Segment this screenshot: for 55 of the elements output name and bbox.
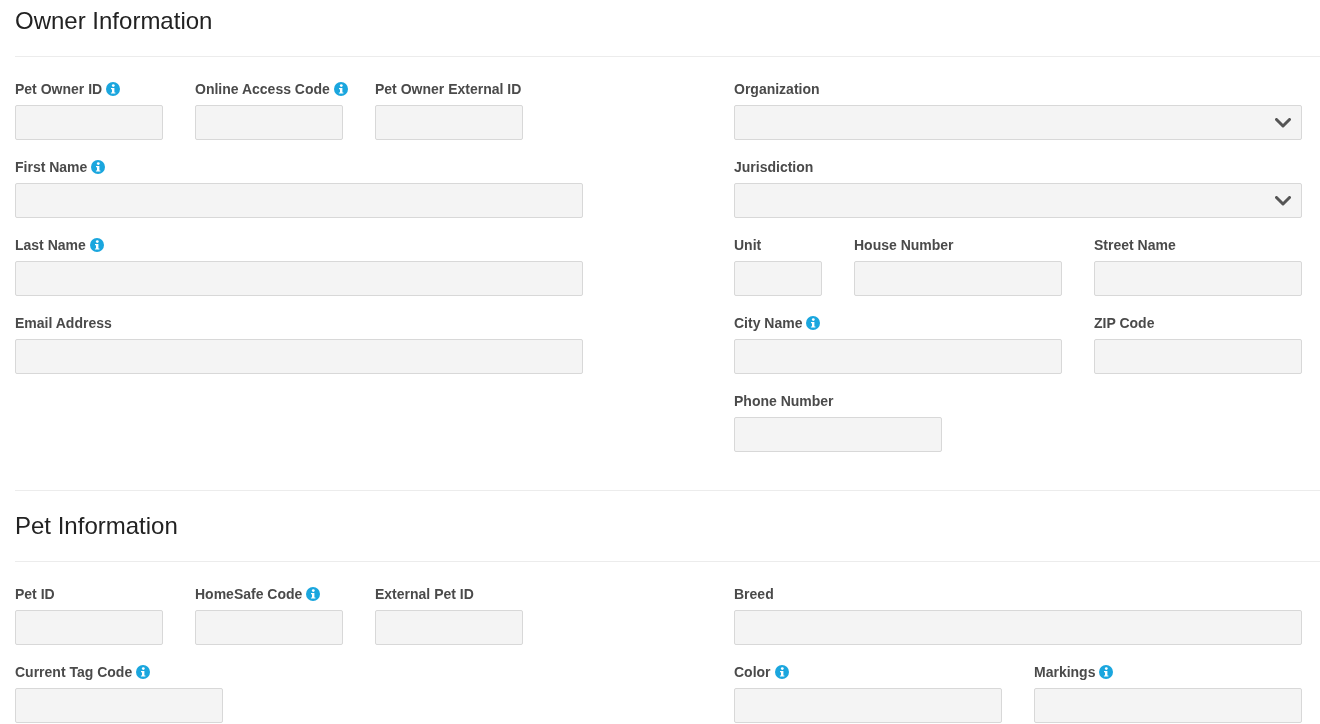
field-label: HomeSafe Code [195,586,303,602]
input-field[interactable] [195,610,343,645]
chevron-down-icon [1275,117,1291,128]
field-label: Phone Number [734,393,834,409]
input-field[interactable] [1094,261,1302,296]
field-label: House Number [854,237,954,253]
input-field[interactable] [1094,339,1302,374]
input-field[interactable] [734,688,1002,723]
field-label: Last Name [15,237,86,253]
input-field[interactable] [15,105,163,140]
input-field[interactable] [854,261,1062,296]
info-icon[interactable] [89,238,104,252]
input-field[interactable] [734,339,1062,374]
field-label: Pet ID [15,586,55,602]
chevron-down-icon [1275,195,1291,206]
input-field[interactable] [734,261,822,296]
field-label: Current Tag Code [15,664,133,680]
field-label: Jurisdiction [734,159,814,175]
info-icon[interactable] [774,665,789,679]
input-field[interactable] [15,183,583,218]
info-icon[interactable] [806,316,821,330]
field-label: Pet Owner External ID [375,81,522,97]
input-field[interactable] [15,339,583,374]
input-field[interactable] [375,105,523,140]
field-label: Online Access Code [195,81,330,97]
input-field[interactable] [15,688,223,723]
input-field[interactable] [15,261,583,296]
field-label: City Name [734,315,803,331]
info-icon[interactable] [333,82,348,96]
field-label: Email Address [15,315,112,331]
field-label: Organization [734,81,820,97]
section-heading: Owner Information [15,6,213,36]
info-icon[interactable] [91,160,106,174]
field-label: Markings [1034,664,1096,680]
info-icon[interactable] [306,587,321,601]
info-icon[interactable] [1099,665,1114,679]
select-field[interactable] [734,105,1302,140]
field-label: Street Name [1094,237,1176,253]
input-field[interactable] [734,417,942,452]
field-label: Pet Owner ID [15,81,103,97]
field-label: Color [734,664,771,680]
info-icon[interactable] [136,665,151,679]
field-label: Unit [734,237,762,253]
field-label: ZIP Code [1094,315,1155,331]
input-field[interactable] [734,610,1302,645]
input-field[interactable] [1034,688,1302,723]
field-label: External Pet ID [375,586,474,602]
field-label: Breed [734,586,774,602]
input-field[interactable] [375,610,523,645]
section-heading: Pet Information [15,511,178,541]
select-field[interactable] [734,183,1302,218]
input-field[interactable] [195,105,343,140]
field-label: First Name [15,159,88,175]
info-icon[interactable] [106,82,121,96]
input-field[interactable] [15,610,163,645]
